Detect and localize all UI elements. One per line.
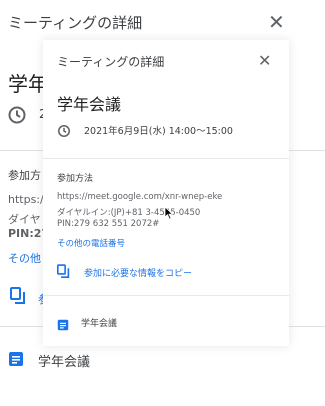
- background-copy-icon[interactable]: [10, 287, 26, 309]
- copy-join-info-button[interactable]: 参加に必要な情報をコピー: [84, 266, 192, 279]
- meeting-details-card: ミーティングの詳細 ✕ 学年会議 2021年6月9日(水) 14:00～15:0…: [43, 40, 289, 346]
- background-dialog-title: ミーティングの詳細: [8, 14, 143, 32]
- background-more-numbers-link[interactable]: その他: [8, 250, 41, 266]
- meet-url-link[interactable]: https://meet.google.com/xnr-wnep-eke: [57, 192, 222, 202]
- join-heading: 参加方法: [57, 174, 94, 184]
- pin-number: PIN:279 632 551 2072#: [57, 219, 160, 229]
- more-phone-numbers-link[interactable]: その他の電話番号: [57, 237, 125, 249]
- background-document-icon: [8, 351, 24, 371]
- dial-in-number: ダイヤルイン:(JP)+81 3-4545-0450: [57, 208, 201, 218]
- background-dial-in: ダイヤ: [8, 213, 41, 226]
- close-icon[interactable]: ✕: [258, 51, 271, 70]
- background-join-heading: 参加方: [8, 169, 41, 182]
- attachment-document-link[interactable]: 学年会議: [81, 316, 117, 329]
- event-title: 学年会議: [57, 95, 122, 114]
- background-attachment-label[interactable]: 学年会議: [38, 351, 90, 370]
- document-icon: [57, 316, 69, 335]
- background-event-title: 学年: [8, 72, 48, 96]
- mouse-cursor-icon: [164, 205, 174, 224]
- clock-icon: [57, 123, 71, 142]
- copy-icon[interactable]: [57, 264, 70, 283]
- background-clock-icon: [7, 105, 27, 129]
- event-datetime: 2021年6月9日(水) 14:00～15:00: [84, 126, 233, 137]
- card-divider-2: [43, 295, 289, 296]
- card-title: ミーティングの詳細: [57, 55, 165, 69]
- background-meet-url[interactable]: https://: [8, 193, 47, 206]
- background-close-icon[interactable]: ✕: [268, 10, 285, 34]
- card-divider: [43, 158, 289, 159]
